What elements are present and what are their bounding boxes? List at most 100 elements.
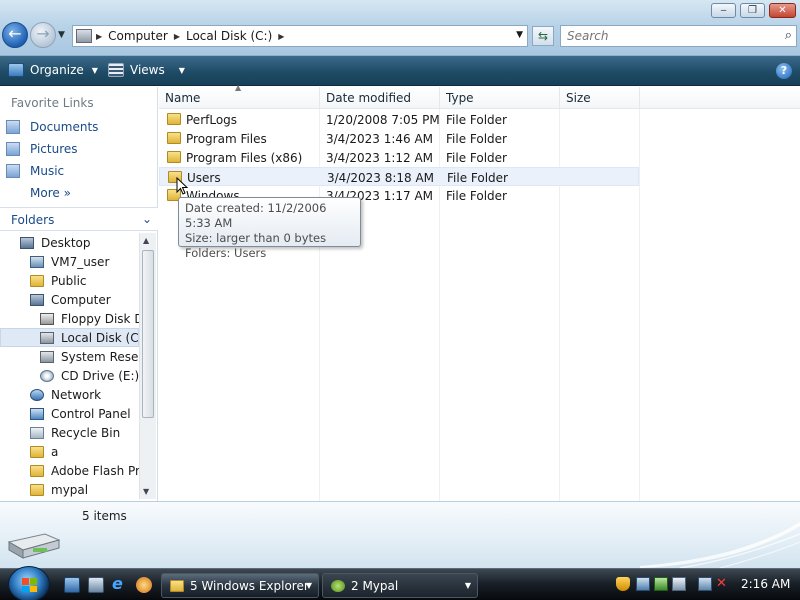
network-icon bbox=[30, 388, 44, 401]
tree-label: VM7_user bbox=[51, 254, 110, 269]
refresh-button[interactable]: ⇆ bbox=[532, 26, 554, 46]
views-label: Views bbox=[130, 63, 165, 77]
more-links-button[interactable]: More » bbox=[30, 186, 71, 200]
tree-item-recycle-bin[interactable]: Recycle Bin bbox=[0, 423, 139, 442]
task-label: 5 Windows Explorer bbox=[190, 578, 309, 593]
tree-scrollbar[interactable]: ▲ ▼ bbox=[139, 233, 156, 499]
tree-item-system-reserved[interactable]: System Reserve bbox=[0, 347, 139, 366]
breadcrumb-separator-icon[interactable]: ▶ bbox=[96, 32, 102, 41]
floppy-icon bbox=[40, 312, 54, 325]
search-box[interactable]: ⌕ bbox=[560, 25, 797, 47]
minimize-button[interactable]: ‒ bbox=[711, 3, 736, 18]
tree-item-a[interactable]: a bbox=[0, 442, 139, 461]
search-input[interactable] bbox=[561, 26, 761, 46]
scrollbar-thumb[interactable] bbox=[142, 250, 154, 418]
tree-label: Floppy Disk Dr bbox=[61, 311, 139, 326]
tree-label: System Reserve bbox=[61, 349, 139, 364]
folder-icon bbox=[30, 274, 44, 287]
address-bar-area: ‒ ❐ ✕ ← → ▼ ▶ Computer ▶ Local Disk (C:)… bbox=[0, 0, 800, 56]
column-header-name[interactable]: Name ▲ bbox=[159, 83, 320, 109]
favorite-link-documents[interactable]: Documents bbox=[6, 120, 98, 134]
views-button[interactable]: Views ▼ bbox=[108, 63, 185, 77]
tree-item-computer[interactable]: Computer bbox=[0, 290, 139, 309]
favorite-link-label: Documents bbox=[30, 120, 99, 134]
tree-label: Desktop bbox=[41, 235, 91, 250]
tree-label: Network bbox=[51, 387, 102, 402]
taskbar-windows-explorer[interactable]: 5 Windows Explorer ▼ bbox=[161, 573, 319, 598]
tree-item-desktop[interactable]: Desktop bbox=[0, 233, 139, 252]
favorite-link-music[interactable]: Music bbox=[6, 164, 64, 178]
tree-item-mypal[interactable]: mypal bbox=[0, 480, 139, 499]
column-divider bbox=[639, 109, 640, 501]
file-row-users[interactable]: Users 3/4/2023 8:18 AM File Folder bbox=[159, 167, 639, 186]
monitor-tray-icon[interactable] bbox=[672, 577, 686, 591]
volume-muted-icon[interactable]: ✕ bbox=[716, 577, 730, 591]
favorite-link-pictures[interactable]: Pictures bbox=[6, 142, 78, 156]
chevron-down-icon: ▼ bbox=[464, 581, 471, 590]
folders-header[interactable]: Folders ⌄ bbox=[0, 207, 158, 231]
forward-button[interactable]: → bbox=[30, 22, 56, 48]
tree-label: mypal bbox=[51, 482, 89, 497]
internet-explorer-icon[interactable]: e bbox=[112, 576, 128, 593]
sort-ascending-icon: ▲ bbox=[235, 83, 242, 92]
windows-logo-icon bbox=[22, 578, 37, 592]
tree-item-local-disk[interactable]: Local Disk (C:) bbox=[0, 328, 139, 347]
tree-item-network[interactable]: Network bbox=[0, 385, 139, 404]
show-desktop-icon[interactable] bbox=[64, 577, 80, 593]
column-header-size[interactable]: Size bbox=[560, 87, 640, 109]
recent-pages-dropdown-icon[interactable]: ▼ bbox=[58, 30, 65, 40]
tree-label: CD Drive (E:) G bbox=[61, 368, 139, 383]
favorite-link-label: Music bbox=[30, 164, 65, 178]
organize-button[interactable]: Organize ▼ bbox=[8, 63, 98, 77]
breadcrumb-separator-icon[interactable]: ▶ bbox=[174, 32, 180, 41]
network-status-icon[interactable] bbox=[698, 577, 712, 591]
column-header-date-modified[interactable]: Date modified bbox=[320, 87, 440, 109]
system-clock[interactable]: 2:16 AM bbox=[741, 577, 790, 591]
chevron-down-icon: ▼ bbox=[178, 65, 185, 75]
favorite-link-label: Pictures bbox=[30, 142, 78, 156]
recycle-bin-icon bbox=[30, 426, 44, 439]
computer-icon bbox=[30, 293, 44, 306]
drive-icon bbox=[40, 331, 54, 344]
chevron-down-icon: ▼ bbox=[305, 581, 312, 590]
breadcrumb-local-disk[interactable]: Local Disk (C:) bbox=[186, 29, 272, 43]
media-player-icon[interactable] bbox=[136, 577, 152, 593]
column-header-type[interactable]: Type bbox=[440, 87, 560, 109]
file-row-program-files-x86[interactable]: Program Files (x86) 3/4/2023 1:12 AM Fil… bbox=[159, 148, 639, 167]
tree-item-adobe-flash[interactable]: Adobe Flash Pro bbox=[0, 461, 139, 480]
refresh-icon: ⇆ bbox=[537, 29, 549, 43]
maximize-button[interactable]: ❐ bbox=[740, 3, 765, 18]
forward-arrow-icon: → bbox=[36, 24, 50, 43]
scroll-up-icon[interactable]: ▲ bbox=[143, 236, 149, 245]
tree-item-public[interactable]: Public bbox=[0, 271, 139, 290]
file-type: File Folder bbox=[446, 151, 507, 165]
folders-label: Folders bbox=[11, 213, 55, 227]
help-icon[interactable]: ? bbox=[776, 63, 792, 79]
tree-item-cd-drive[interactable]: CD Drive (E:) G bbox=[0, 366, 139, 385]
close-button[interactable]: ✕ bbox=[769, 3, 796, 18]
search-icon[interactable]: ⌕ bbox=[785, 28, 792, 43]
column-label: Size bbox=[566, 91, 591, 105]
tree-label: Computer bbox=[51, 292, 111, 307]
tree-label: Adobe Flash Pro bbox=[51, 463, 139, 478]
item-count: 5 items bbox=[82, 509, 127, 523]
back-button[interactable]: ← bbox=[2, 22, 28, 48]
breadcrumb-computer[interactable]: Computer bbox=[108, 29, 168, 43]
column-label: Name bbox=[165, 91, 201, 105]
file-row-perflogs[interactable]: PerfLogs 1/20/2008 7:05 PM File Folder bbox=[159, 110, 639, 129]
file-row-program-files[interactable]: Program Files 3/4/2023 1:46 AM File Fold… bbox=[159, 129, 639, 148]
switch-windows-icon[interactable] bbox=[88, 577, 104, 593]
start-button[interactable] bbox=[8, 566, 50, 600]
address-field[interactable]: ▶ Computer ▶ Local Disk (C:) ▶ ▼ bbox=[72, 25, 528, 47]
security-shield-icon[interactable] bbox=[616, 577, 630, 591]
tree-item-control-panel[interactable]: Control Panel bbox=[0, 404, 139, 423]
address-dropdown-icon[interactable]: ▼ bbox=[516, 30, 523, 40]
scroll-down-icon[interactable]: ▼ bbox=[143, 487, 149, 496]
tree-item-floppy[interactable]: Floppy Disk Dr bbox=[0, 309, 139, 328]
network-tray-icon[interactable] bbox=[636, 577, 650, 591]
breadcrumb-separator-icon[interactable]: ▶ bbox=[278, 32, 284, 41]
tree-item-vm7-user[interactable]: VM7_user bbox=[0, 252, 139, 271]
taskbar-mypal[interactable]: 2 Mypal ▼ bbox=[322, 573, 478, 598]
column-label: Type bbox=[446, 91, 474, 105]
windows-update-icon[interactable] bbox=[654, 577, 668, 591]
